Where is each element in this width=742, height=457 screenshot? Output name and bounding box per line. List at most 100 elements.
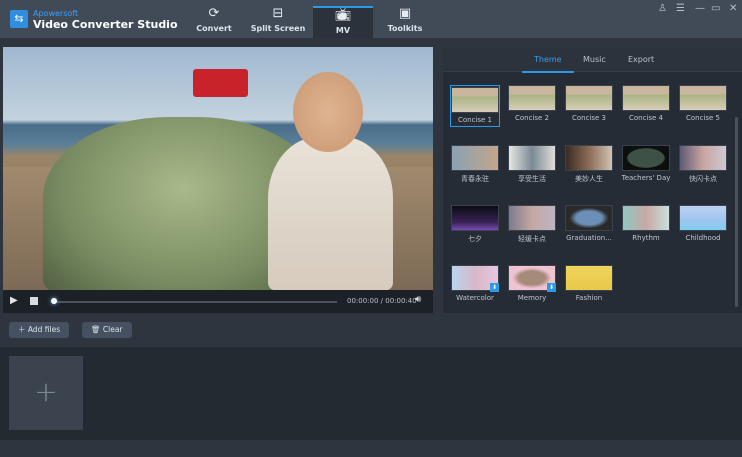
clear-label: Clear [102,325,123,334]
theme-watercolor[interactable]: Watercolor ⬇ [450,265,500,302]
app-title: Video Converter Studio [33,18,178,31]
theme-label: 快闪卡点 [689,175,717,183]
theme-thumbnail [565,85,613,111]
tab-music[interactable]: Music [583,55,606,64]
theme-concise-5[interactable]: Concise 5 [678,85,728,122]
maximize-icon[interactable]: ▭ [711,3,720,14]
title-bar: ⇆ Apowersoft Video Converter Studio ⟳ Con… [0,0,742,38]
menu-icon[interactable]: ☰ [676,3,685,14]
add-files-label: Add files [27,325,61,334]
play-icon[interactable]: ▶ [10,295,18,306]
theme-rhythm[interactable]: Rhythm [621,205,671,242]
player-controls: ▶ 00:00:00 / 00:00:40 🔊︎ [3,290,433,313]
download-icon[interactable]: ⬇ [547,283,556,292]
minimize-icon[interactable]: — [695,3,705,14]
theme-thumbnail [679,85,727,111]
theme-label: Memory [517,294,547,302]
theme-label: 青春永驻 [461,175,489,183]
theme-concise-4[interactable]: Concise 4 [621,85,671,122]
theme-thumbnail [565,265,613,291]
theme-美妙人生[interactable]: 美妙人生 [564,145,614,184]
theme-label: 享受生活 [518,175,546,183]
theme-label: Rhythm [632,234,660,242]
theme-childhood[interactable]: Childhood [678,205,728,242]
tab-convert[interactable]: ⟳ Convert [184,6,244,38]
theme-thumbnail [565,205,613,231]
theme-label: Watercolor [456,294,494,302]
media-strip [0,347,742,440]
theme-青春永驻[interactable]: 青春永驻 [450,145,500,184]
theme-label: 七夕 [468,235,482,243]
clear-button[interactable]: 🗑︎ Clear [82,322,132,338]
theme-label: 轻缓卡点 [518,235,546,243]
theme-label: Concise 1 [457,116,493,124]
brand-name: Apowersoft [33,9,79,18]
video-preview [3,47,433,290]
theme-concise-1[interactable]: Concise 1 [450,85,500,127]
theme-memory[interactable]: Memory ⬇ [507,265,557,302]
time-display: 00:00:00 / 00:00:40 [347,297,417,305]
theme-thumbnail [622,145,670,171]
theme-thumbnail [451,145,499,171]
cooler [193,69,248,97]
theme-label: 美妙人生 [575,175,603,183]
theme-label: Childhood [685,234,721,242]
tab-toolkits[interactable]: ▣ Toolkits [375,6,435,38]
face [293,72,363,152]
tab-label: Convert [196,24,232,33]
theme-label: Fashion [575,294,603,302]
theme-label: Graduation... [566,234,612,242]
tab-split-screen[interactable]: ⊟ Split Screen [248,6,308,38]
tab-theme[interactable]: Theme [522,55,574,73]
panel-tabs: Theme Music Export [443,47,742,73]
theme-label: Concise 4 [628,114,664,122]
progress-handle[interactable] [51,298,57,304]
theme-快闪卡点[interactable]: 快闪卡点 [678,145,728,184]
theme-thumbnail [508,205,556,231]
app-logo-icon: ⇆ [10,10,28,28]
tab-label: MV [335,26,351,35]
add-files-button[interactable]: ＋ Add files [9,322,70,338]
mv-panel: Theme Music Export Concise 1 Concise 2 Con… [443,47,742,313]
plus-icon: ＋ [18,325,28,334]
theme-concise-2[interactable]: Concise 2 [507,85,557,122]
theme-thumbnail [679,205,727,231]
person [268,137,393,290]
theme-thumbnail [565,145,613,171]
tab-export[interactable]: Export [628,55,654,64]
refresh-icon: ⟳ [208,6,220,21]
close-icon[interactable]: ✕ [729,3,737,14]
theme-teachers-day[interactable]: Teachers' Day [621,145,671,182]
theme-thumbnail [451,205,499,231]
user-icon[interactable]: ♙ [658,3,667,14]
theme-label: Concise 3 [571,114,607,122]
theme-thumbnail [622,85,670,111]
download-icon[interactable]: ⬇ [490,283,499,292]
tv-icon: 📺︎ [334,8,352,23]
theme-label: Concise 5 [685,114,721,122]
theme-thumbnail [622,205,670,231]
theme-thumbnail [508,145,556,171]
toolbox-icon: ▣ [398,6,412,21]
theme-concise-3[interactable]: Concise 3 [564,85,614,122]
theme-thumbnail [508,85,556,111]
trash-icon: 🗑︎ [91,325,103,334]
progress-slider[interactable] [53,301,337,303]
theme-label: Teachers' Day [621,174,671,182]
status-bar [0,440,742,457]
split-screen-icon: ⊟ [272,6,284,21]
tab-label: Split Screen [250,24,306,33]
theme-七夕[interactable]: 七夕 [450,205,500,244]
tab-mv[interactable]: 📺︎ MV [313,6,373,38]
theme-享受生活[interactable]: 享受生活 [507,145,557,184]
volume-icon[interactable]: 🔊︎ [415,294,421,305]
add-media-tile[interactable]: + [9,356,83,430]
stop-icon[interactable] [30,297,38,305]
theme-graduation-[interactable]: Graduation... [564,205,614,242]
theme-thumbnail [679,145,727,171]
theme-label: Concise 2 [514,114,550,122]
scrollbar[interactable] [735,117,738,307]
theme-thumbnail [451,87,499,113]
theme-fashion[interactable]: Fashion [564,265,614,302]
theme-轻缓卡点[interactable]: 轻缓卡点 [507,205,557,244]
